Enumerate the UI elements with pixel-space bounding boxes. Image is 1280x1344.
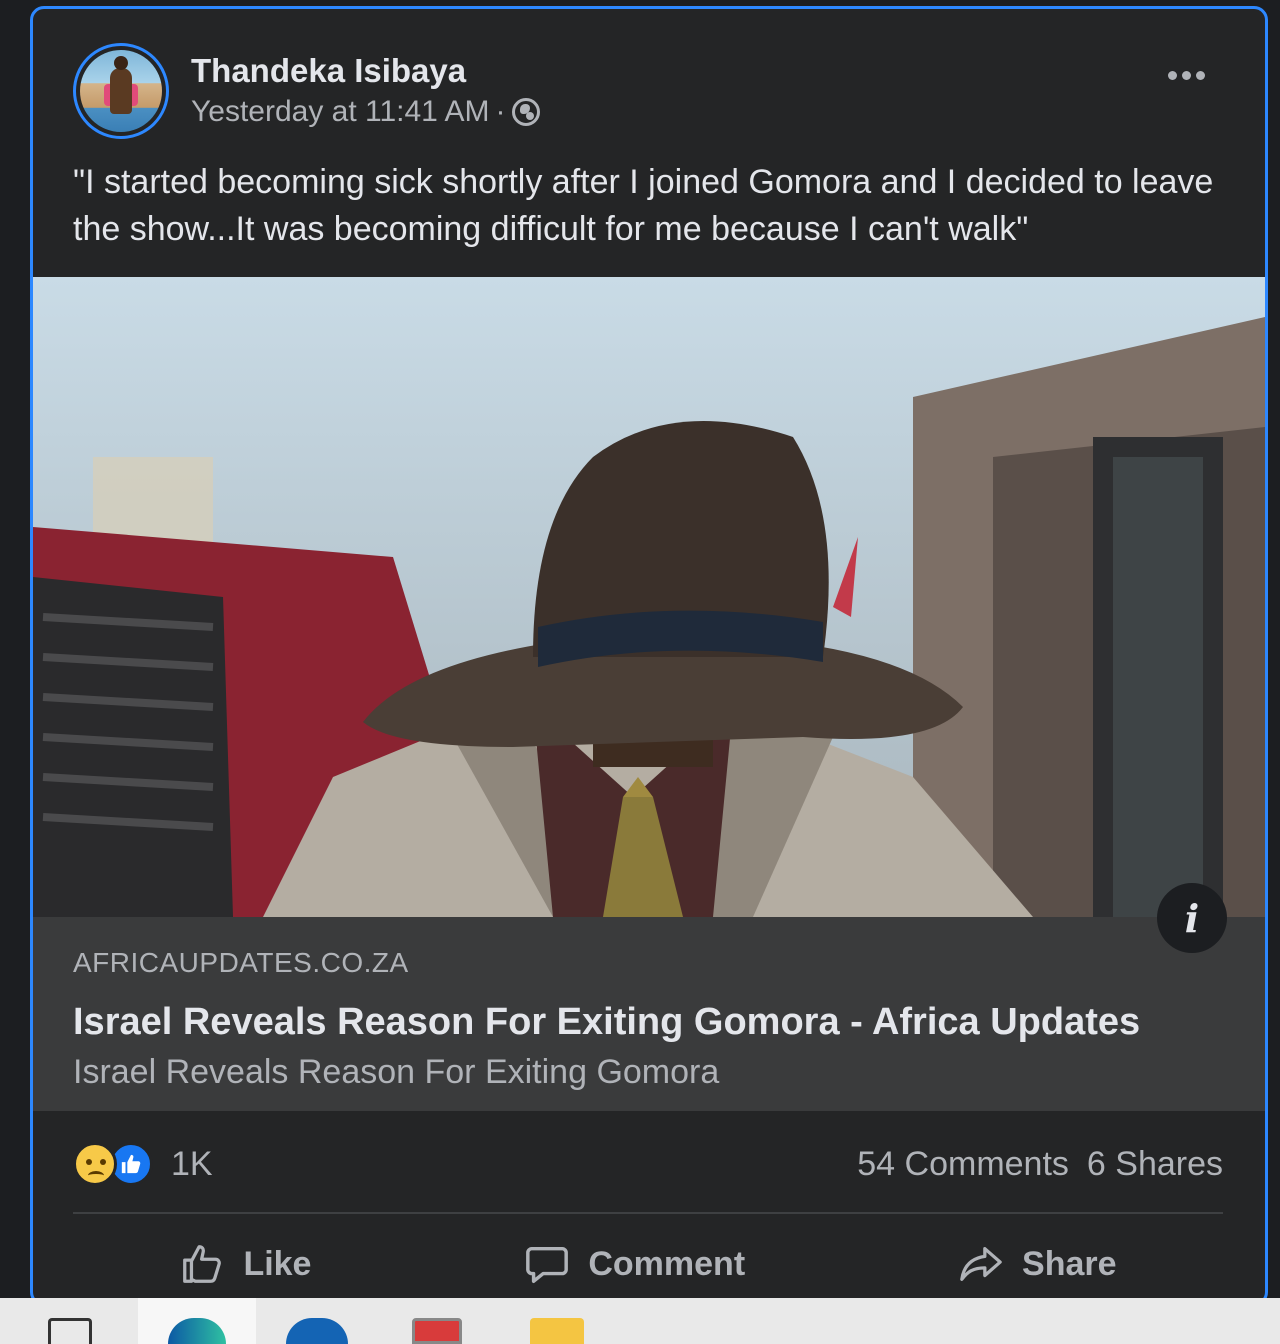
post-meta: Thandeka Isibaya Yesterday at 11:41 AM · (191, 50, 540, 132)
task-view-icon[interactable] (48, 1318, 92, 1344)
link-domain: AFRICAUPDATES.CO.ZA (73, 947, 409, 978)
separator-dot: · (495, 95, 506, 128)
sad-icon (73, 1142, 117, 1186)
man-in-hat-photo (33, 277, 1265, 917)
reaction-count: 1K (171, 1144, 213, 1183)
info-icon[interactable]: i (1157, 883, 1227, 953)
link-preview-card[interactable]: i AFRICAUPDATES.CO.ZA Israel Reveals Rea… (33, 277, 1265, 1111)
link-preview-image[interactable] (33, 277, 1265, 917)
link-text: AFRICAUPDATES.CO.ZA Israel Reveals Reaso… (73, 943, 1223, 1095)
comment-icon (526, 1246, 569, 1283)
link-description: Israel Reveals Reason For Exiting Gomora (73, 1053, 720, 1091)
globe-icon (511, 98, 540, 126)
link-title[interactable]: Israel Reveals Reason For Exiting Gomora… (73, 995, 1223, 1049)
office-app-icon[interactable] (412, 1318, 462, 1344)
more-options-button[interactable] (1168, 71, 1205, 80)
share-arrow-icon (960, 1247, 1002, 1281)
timestamp[interactable]: Yesterday at 11:41 AM (191, 92, 490, 132)
share-label: Share (1022, 1244, 1117, 1283)
like-button[interactable]: Like (179, 1241, 311, 1287)
facebook-post: Thandeka Isibaya Yesterday at 11:41 AM ·… (30, 6, 1268, 1306)
post-stats: 1K 54 Comments 6 Shares (73, 1134, 1223, 1194)
post-caption: "I started becoming sick shortly after I… (73, 163, 1214, 248)
engagement-counts: 54 Comments 6 Shares (857, 1145, 1223, 1184)
comments-count[interactable]: 54 Comments (857, 1145, 1069, 1184)
comment-button[interactable]: Comment (524, 1241, 745, 1287)
post-header: Thandeka Isibaya Yesterday at 11:41 AM · (73, 43, 540, 139)
dot-icon (1182, 71, 1191, 80)
dot-icon (1168, 71, 1177, 80)
avatar[interactable] (73, 43, 169, 139)
shares-count[interactable]: 6 Shares (1087, 1145, 1223, 1184)
thumbs-up-icon (183, 1245, 222, 1283)
mail-icon[interactable] (286, 1318, 348, 1344)
author-name[interactable]: Thandeka Isibaya (191, 50, 540, 92)
avatar-image (80, 50, 162, 132)
dot-icon (1196, 71, 1205, 80)
thumbs-up-icon (121, 1154, 141, 1174)
comment-label: Comment (588, 1244, 746, 1283)
avatar-figure (110, 56, 132, 114)
divider (73, 1212, 1223, 1214)
windows-taskbar (0, 1298, 1280, 1344)
post-actions: Like Comment Share (73, 1229, 1223, 1299)
like-label: Like (243, 1244, 312, 1283)
file-explorer-icon[interactable] (530, 1318, 584, 1344)
timestamp-row: Yesterday at 11:41 AM · (191, 92, 540, 132)
share-button[interactable]: Share (958, 1241, 1117, 1287)
reactions-summary[interactable]: 1K (73, 1142, 213, 1186)
